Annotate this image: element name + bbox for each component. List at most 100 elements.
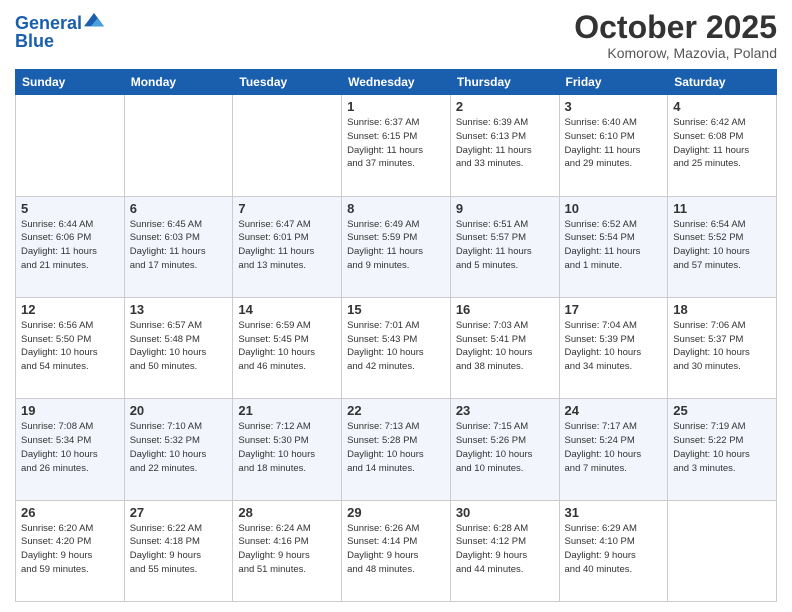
- table-row: 12 Sunrise: 6:56 AM Sunset: 5:50 PM Dayli…: [16, 297, 125, 398]
- table-row: 27 Sunrise: 6:22 AM Sunset: 4:18 PM Dayli…: [124, 500, 233, 601]
- day-info: Sunrise: 6:22 AM Sunset: 4:18 PM Dayligh…: [130, 522, 228, 577]
- table-row: 19Sunrise: 7:08 AM Sunset: 5:34 PM Dayli…: [16, 399, 125, 500]
- day-info: Sunrise: 6:39 AM Sunset: 6:13 PM Dayligh…: [456, 116, 554, 171]
- day-info: Sunrise: 7:12 AM Sunset: 5:30 PM Dayligh…: [238, 420, 336, 475]
- day-number: 16: [456, 302, 554, 317]
- day-number: 17: [565, 302, 663, 317]
- table-row: 23 Sunrise: 7:15 AM Sunset: 5:26 PM Dayli…: [450, 399, 559, 500]
- day-info: Sunrise: 6:26 AM Sunset: 4:14 PM Dayligh…: [347, 522, 445, 577]
- calendar: Sunday Monday Tuesday Wednesday Thursday…: [15, 69, 777, 602]
- logo: General Blue: [15, 14, 104, 50]
- calendar-week-row: 12 Sunrise: 6:56 AM Sunset: 5:50 PM Dayli…: [16, 297, 777, 398]
- day-number: 14: [238, 302, 336, 317]
- day-info: Sunrise: 7:08 AM Sunset: 5:34 PM Dayligh…: [21, 420, 119, 475]
- day-info: Sunrise: 7:19 AM Sunset: 5:22 PM Dayligh…: [673, 420, 771, 475]
- table-row: 28 Sunrise: 6:24 AM Sunset: 4:16 PM Dayli…: [233, 500, 342, 601]
- col-sunday: Sunday: [16, 70, 125, 95]
- col-wednesday: Wednesday: [342, 70, 451, 95]
- table-row: 2 Sunrise: 6:39 AM Sunset: 6:13 PM Daylig…: [450, 95, 559, 196]
- table-row: 14 Sunrise: 6:59 AM Sunset: 5:45 PM Dayli…: [233, 297, 342, 398]
- col-monday: Monday: [124, 70, 233, 95]
- table-row: 1 Sunrise: 6:37 AM Sunset: 6:15 PM Daylig…: [342, 95, 451, 196]
- day-info: Sunrise: 7:15 AM Sunset: 5:26 PM Dayligh…: [456, 420, 554, 475]
- table-row: [124, 95, 233, 196]
- table-row: 5 Sunrise: 6:44 AM Sunset: 6:06 PM Daylig…: [16, 196, 125, 297]
- table-row: [233, 95, 342, 196]
- table-row: 16 Sunrise: 7:03 AM Sunset: 5:41 PM Dayli…: [450, 297, 559, 398]
- day-info: Sunrise: 7:01 AM Sunset: 5:43 PM Dayligh…: [347, 319, 445, 374]
- calendar-week-row: 19Sunrise: 7:08 AM Sunset: 5:34 PM Dayli…: [16, 399, 777, 500]
- day-number: 10: [565, 201, 663, 216]
- table-row: 10Sunrise: 6:52 AM Sunset: 5:54 PM Dayli…: [559, 196, 668, 297]
- day-info: Sunrise: 6:40 AM Sunset: 6:10 PM Dayligh…: [565, 116, 663, 171]
- table-row: 20 Sunrise: 7:10 AM Sunset: 5:32 PM Dayli…: [124, 399, 233, 500]
- day-number: 5: [21, 201, 119, 216]
- day-info: Sunrise: 6:37 AM Sunset: 6:15 PM Dayligh…: [347, 116, 445, 171]
- day-number: 26: [21, 505, 119, 520]
- col-thursday: Thursday: [450, 70, 559, 95]
- day-number: 29: [347, 505, 445, 520]
- table-row: 7Sunrise: 6:47 AM Sunset: 6:01 PM Daylig…: [233, 196, 342, 297]
- day-info: Sunrise: 6:47 AM Sunset: 6:01 PM Dayligh…: [238, 218, 336, 273]
- table-row: 4Sunrise: 6:42 AM Sunset: 6:08 PM Daylig…: [668, 95, 777, 196]
- table-row: 26 Sunrise: 6:20 AM Sunset: 4:20 PM Dayli…: [16, 500, 125, 601]
- day-info: Sunrise: 7:06 AM Sunset: 5:37 PM Dayligh…: [673, 319, 771, 374]
- table-row: [668, 500, 777, 601]
- day-info: Sunrise: 6:59 AM Sunset: 5:45 PM Dayligh…: [238, 319, 336, 374]
- table-row: 8 Sunrise: 6:49 AM Sunset: 5:59 PM Daylig…: [342, 196, 451, 297]
- day-number: 20: [130, 403, 228, 418]
- day-number: 12: [21, 302, 119, 317]
- title-block: October 2025 Komorow, Mazovia, Poland: [574, 10, 777, 61]
- day-number: 27: [130, 505, 228, 520]
- table-row: 9 Sunrise: 6:51 AM Sunset: 5:57 PM Daylig…: [450, 196, 559, 297]
- day-number: 9: [456, 201, 554, 216]
- day-info: Sunrise: 6:54 AM Sunset: 5:52 PM Dayligh…: [673, 218, 771, 273]
- col-saturday: Saturday: [668, 70, 777, 95]
- table-row: 22Sunrise: 7:13 AM Sunset: 5:28 PM Dayli…: [342, 399, 451, 500]
- day-number: 1: [347, 99, 445, 114]
- day-info: Sunrise: 7:10 AM Sunset: 5:32 PM Dayligh…: [130, 420, 228, 475]
- day-number: 2: [456, 99, 554, 114]
- day-info: Sunrise: 6:49 AM Sunset: 5:59 PM Dayligh…: [347, 218, 445, 273]
- calendar-header-row: Sunday Monday Tuesday Wednesday Thursday…: [16, 70, 777, 95]
- day-info: Sunrise: 6:29 AM Sunset: 4:10 PM Dayligh…: [565, 522, 663, 577]
- day-info: Sunrise: 7:03 AM Sunset: 5:41 PM Dayligh…: [456, 319, 554, 374]
- day-number: 18: [673, 302, 771, 317]
- table-row: 21Sunrise: 7:12 AM Sunset: 5:30 PM Dayli…: [233, 399, 342, 500]
- col-tuesday: Tuesday: [233, 70, 342, 95]
- day-info: Sunrise: 6:45 AM Sunset: 6:03 PM Dayligh…: [130, 218, 228, 273]
- day-number: 31: [565, 505, 663, 520]
- day-info: Sunrise: 6:44 AM Sunset: 6:06 PM Dayligh…: [21, 218, 119, 273]
- table-row: 15 Sunrise: 7:01 AM Sunset: 5:43 PM Dayli…: [342, 297, 451, 398]
- table-row: 6 Sunrise: 6:45 AM Sunset: 6:03 PM Daylig…: [124, 196, 233, 297]
- table-row: 24Sunrise: 7:17 AM Sunset: 5:24 PM Dayli…: [559, 399, 668, 500]
- day-number: 15: [347, 302, 445, 317]
- day-number: 8: [347, 201, 445, 216]
- table-row: 31 Sunrise: 6:29 AM Sunset: 4:10 PM Dayli…: [559, 500, 668, 601]
- table-row: [16, 95, 125, 196]
- day-number: 30: [456, 505, 554, 520]
- calendar-week-row: 26 Sunrise: 6:20 AM Sunset: 4:20 PM Dayli…: [16, 500, 777, 601]
- day-number: 25: [673, 403, 771, 418]
- calendar-week-row: 5 Sunrise: 6:44 AM Sunset: 6:06 PM Daylig…: [16, 196, 777, 297]
- day-info: Sunrise: 6:24 AM Sunset: 4:16 PM Dayligh…: [238, 522, 336, 577]
- day-number: 6: [130, 201, 228, 216]
- day-number: 24: [565, 403, 663, 418]
- day-info: Sunrise: 6:20 AM Sunset: 4:20 PM Dayligh…: [21, 522, 119, 577]
- day-info: Sunrise: 7:04 AM Sunset: 5:39 PM Dayligh…: [565, 319, 663, 374]
- day-info: Sunrise: 6:56 AM Sunset: 5:50 PM Dayligh…: [21, 319, 119, 374]
- logo-icon: [84, 11, 104, 31]
- table-row: 29 Sunrise: 6:26 AM Sunset: 4:14 PM Dayli…: [342, 500, 451, 601]
- day-number: 4: [673, 99, 771, 114]
- day-info: Sunrise: 6:57 AM Sunset: 5:48 PM Dayligh…: [130, 319, 228, 374]
- day-info: Sunrise: 6:51 AM Sunset: 5:57 PM Dayligh…: [456, 218, 554, 273]
- day-number: 28: [238, 505, 336, 520]
- page: General Blue October 2025 Komorow, Mazov…: [0, 0, 792, 612]
- header: General Blue October 2025 Komorow, Mazov…: [15, 10, 777, 61]
- day-info: Sunrise: 6:28 AM Sunset: 4:12 PM Dayligh…: [456, 522, 554, 577]
- day-number: 22: [347, 403, 445, 418]
- day-number: 23: [456, 403, 554, 418]
- logo-line2: Blue: [15, 32, 104, 50]
- table-row: 3Sunrise: 6:40 AM Sunset: 6:10 PM Daylig…: [559, 95, 668, 196]
- col-friday: Friday: [559, 70, 668, 95]
